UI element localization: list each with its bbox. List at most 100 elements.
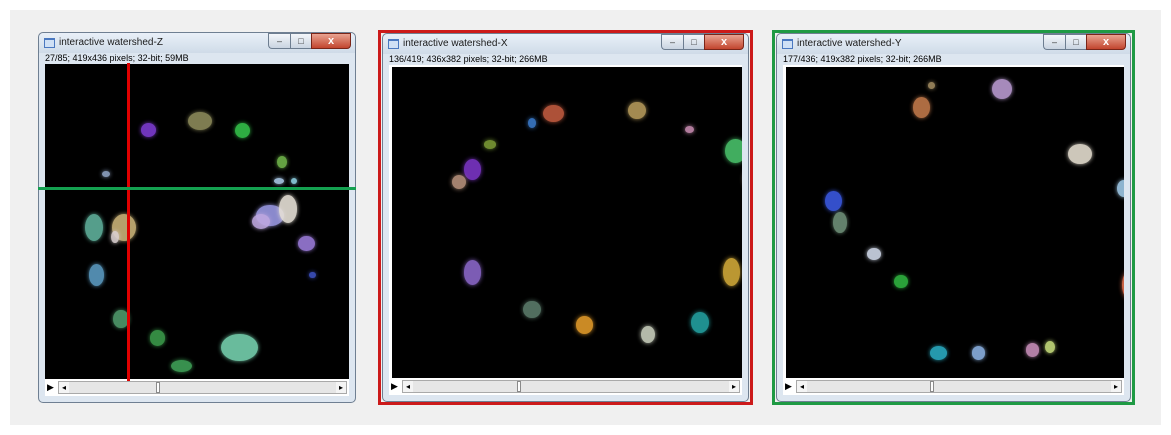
- cell-segment: [89, 264, 105, 286]
- image-canvas[interactable]: [45, 64, 349, 379]
- minimize-button[interactable]: –: [661, 34, 683, 50]
- cell-segment: [1068, 143, 1092, 165]
- minimize-icon: –: [276, 36, 282, 46]
- close-icon: x: [327, 35, 335, 47]
- cell-segment: [992, 78, 1013, 99]
- cell-segment: [309, 272, 316, 279]
- scroll-left-icon[interactable]: ◂: [59, 382, 69, 393]
- cell-segment: [833, 212, 847, 233]
- cell-segment: [251, 213, 270, 230]
- play-icon[interactable]: ▶: [391, 381, 401, 392]
- maximize-icon: □: [1073, 37, 1079, 47]
- cell-segment: [894, 274, 908, 289]
- cell-segment: [1117, 179, 1124, 197]
- cell-segment: [149, 330, 166, 346]
- scroll-right-icon[interactable]: ▸: [729, 381, 739, 392]
- minimize-icon: –: [1051, 37, 1057, 47]
- image-canvas[interactable]: [392, 67, 742, 378]
- scroll-thumb[interactable]: [517, 381, 521, 392]
- y-cursor-line: [38, 187, 356, 190]
- cell-segment: [140, 123, 156, 137]
- window-title: interactive watershed-Y: [797, 38, 902, 49]
- x-cursor-line: [127, 63, 130, 381]
- play-icon[interactable]: ▶: [47, 382, 57, 393]
- scroll-track[interactable]: ◂ ▸: [796, 380, 1122, 393]
- close-button[interactable]: x: [1086, 34, 1126, 50]
- maximize-icon: □: [691, 37, 697, 47]
- scroll-thumb[interactable]: [156, 382, 160, 393]
- window-title: interactive watershed-Z: [59, 37, 163, 48]
- cell-segment: [298, 235, 315, 252]
- cell-segment: [1025, 343, 1040, 357]
- app-icon: [782, 39, 793, 49]
- maximize-button[interactable]: □: [290, 33, 311, 49]
- window-watershed-z[interactable]: interactive watershed-Z – □ x 27/85; 419…: [38, 32, 356, 403]
- cell-segment: [575, 316, 594, 334]
- maximize-button[interactable]: □: [1065, 34, 1086, 50]
- slice-scrollbar[interactable]: ▶ ◂ ▸: [389, 379, 742, 394]
- cell-segment: [291, 177, 298, 184]
- cell-segment: [235, 122, 251, 138]
- scroll-right-icon[interactable]: ▸: [336, 382, 346, 393]
- app-icon: [44, 38, 55, 48]
- play-icon[interactable]: ▶: [785, 381, 795, 392]
- cell-segment: [722, 258, 741, 287]
- image-client: ▶ ◂ ▸: [45, 64, 349, 396]
- close-icon: x: [720, 36, 728, 48]
- cell-segment: [927, 82, 935, 90]
- scroll-left-icon[interactable]: ◂: [797, 381, 807, 392]
- cell-segment: [276, 155, 288, 168]
- cell-segment: [102, 171, 110, 178]
- minimize-icon: –: [669, 37, 675, 47]
- cell-segment: [929, 346, 947, 360]
- cell-segment: [279, 195, 298, 223]
- cell-segment: [483, 140, 497, 150]
- app-icon: [388, 39, 399, 49]
- cell-segment: [824, 190, 842, 211]
- close-button[interactable]: x: [704, 34, 744, 50]
- cell-segment: [1122, 267, 1124, 302]
- cell-segment: [171, 360, 193, 373]
- window-watershed-y[interactable]: interactive watershed-Y – □ x 177/436; 4…: [776, 33, 1131, 402]
- image-canvas[interactable]: [786, 67, 1124, 378]
- scroll-thumb[interactable]: [930, 381, 934, 392]
- cell-segment: [685, 125, 694, 133]
- close-button[interactable]: x: [311, 33, 351, 49]
- cell-segment: [724, 138, 742, 164]
- cell-segment: [187, 111, 213, 130]
- slice-scrollbar[interactable]: ▶ ◂ ▸: [783, 379, 1124, 394]
- cell-segment: [971, 346, 986, 360]
- cell-segment: [273, 177, 285, 184]
- cell-segment: [84, 214, 103, 242]
- cell-segment: [640, 325, 655, 344]
- cell-segment: [463, 260, 482, 285]
- cell-segment: [628, 101, 646, 120]
- scroll-right-icon[interactable]: ▸: [1111, 381, 1121, 392]
- cell-segment: [451, 175, 466, 190]
- cell-segment: [221, 333, 258, 362]
- title-bar[interactable]: interactive watershed-Z – □ x: [39, 33, 355, 53]
- window-watershed-x[interactable]: interactive watershed-X – □ x 136/419; 4…: [382, 33, 749, 402]
- title-bar[interactable]: interactive watershed-Y – □ x: [777, 34, 1130, 54]
- minimize-button[interactable]: –: [268, 33, 290, 49]
- scroll-track[interactable]: ◂ ▸: [58, 381, 347, 394]
- slice-scrollbar[interactable]: ▶ ◂ ▸: [45, 380, 349, 395]
- scroll-track[interactable]: ◂ ▸: [402, 380, 740, 393]
- close-icon: x: [1102, 36, 1110, 48]
- minimize-button[interactable]: –: [1043, 34, 1065, 50]
- cell-segment: [691, 311, 709, 333]
- image-info: 136/419; 436x382 pixels; 32-bit; 266MB: [389, 54, 548, 64]
- image-info: 177/436; 419x382 pixels; 32-bit; 266MB: [783, 54, 942, 64]
- image-info: 27/85; 419x436 pixels; 32-bit; 59MB: [45, 53, 189, 63]
- cell-segment: [1044, 340, 1055, 353]
- cell-segment: [463, 159, 482, 181]
- window-title: interactive watershed-X: [403, 38, 508, 49]
- maximize-button[interactable]: □: [683, 34, 704, 50]
- cell-segment: [542, 104, 564, 123]
- title-bar[interactable]: interactive watershed-X – □ x: [383, 34, 748, 54]
- cell-segment: [912, 97, 930, 118]
- cell-segment: [527, 117, 537, 129]
- scroll-left-icon[interactable]: ◂: [403, 381, 413, 392]
- cell-segment: [867, 247, 881, 260]
- maximize-icon: □: [298, 36, 304, 46]
